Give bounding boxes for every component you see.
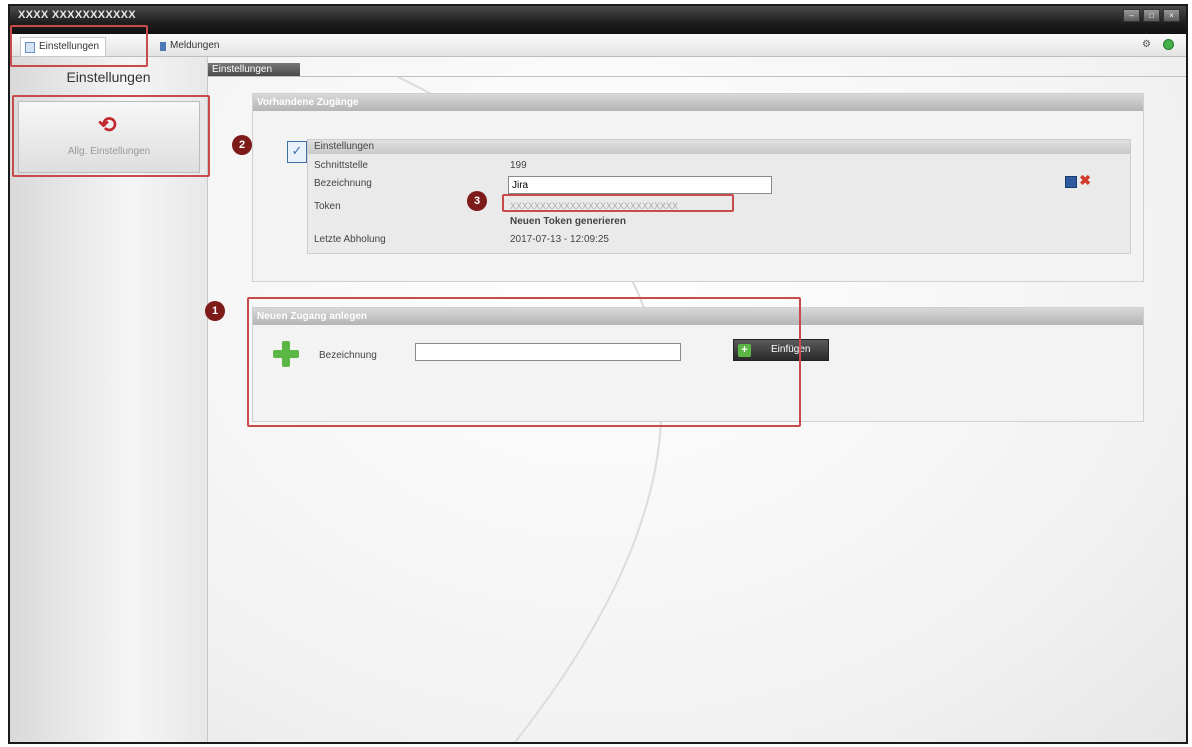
- highlight-new-panel: [247, 297, 801, 427]
- minimize-button[interactable]: –: [1123, 9, 1140, 22]
- bezeichnung-label: Bezeichnung: [314, 178, 372, 189]
- close-button[interactable]: ×: [1163, 9, 1180, 22]
- generate-token-link[interactable]: Neuen Token generieren: [510, 216, 626, 227]
- tools-icon[interactable]: ⚙: [1142, 39, 1151, 50]
- sidebar-title: Einstellungen: [66, 69, 151, 85]
- group-title: Einstellungen: [308, 140, 1130, 154]
- highlight-tile: [12, 95, 210, 177]
- last-fetch-value: 2017-07-13 - 12:09:25: [510, 234, 609, 245]
- callout-badge-2: 2: [232, 135, 252, 155]
- panel-title: Vorhandene Zugänge: [253, 94, 1143, 111]
- tab-bar: Einstellungen Meldungen ⚙: [10, 34, 1186, 57]
- existing-access-panel: Vorhandene Zugänge ✓ Einstellungen Schni…: [252, 93, 1144, 282]
- header-divider: [208, 76, 1186, 77]
- last-fetch-label: Letzte Abholung: [314, 234, 386, 245]
- status-icon[interactable]: [1163, 39, 1174, 50]
- save-icon[interactable]: [1065, 176, 1077, 188]
- window-controls: – □ ×: [1123, 9, 1180, 22]
- tab-label: Meldungen: [170, 40, 220, 51]
- title-bar: XXXX XXXXXXXXXXX – □ ×: [10, 6, 1186, 34]
- bezeichnung-field[interactable]: [508, 176, 772, 194]
- schnittstelle-label: Schnittstelle: [314, 160, 368, 171]
- schnittstelle-value: 199: [510, 160, 527, 171]
- window-title: XXXX XXXXXXXXXXX: [18, 9, 136, 21]
- highlight-tab: [10, 25, 148, 67]
- callout-badge-1: 1: [205, 301, 225, 321]
- tab-bar-tools: ⚙: [1142, 39, 1174, 50]
- tab-meldungen[interactable]: Meldungen: [156, 37, 225, 55]
- highlight-token: [502, 194, 734, 212]
- delete-icon[interactable]: ✖: [1079, 172, 1091, 189]
- callout-badge-3: 3: [467, 191, 487, 211]
- checklist-icon[interactable]: ✓: [287, 141, 307, 163]
- page-title: Einstellungen: [208, 63, 300, 76]
- document-icon: [160, 41, 166, 51]
- maximize-button[interactable]: □: [1143, 9, 1160, 22]
- token-label: Token: [314, 201, 341, 212]
